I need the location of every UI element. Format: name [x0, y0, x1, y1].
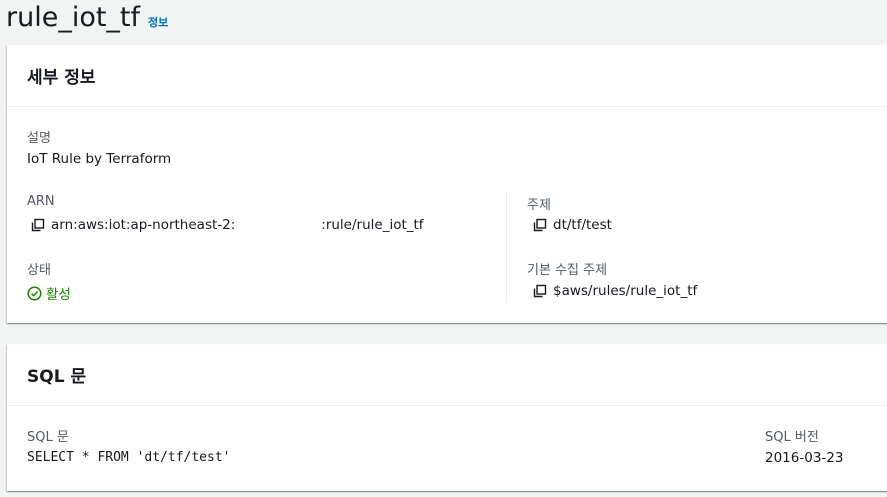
description-label: 설명	[27, 131, 51, 146]
column-divider	[506, 191, 507, 303]
topic-text: dt/tf/test	[553, 217, 612, 233]
copy-icon[interactable]	[533, 284, 547, 298]
topic-label: 주제	[527, 198, 551, 213]
base-topic-label: 기본 수집 주제	[527, 263, 608, 278]
status-positive-icon	[27, 285, 42, 301]
sql-statement-label: SQL 문	[27, 430, 69, 445]
details-panel-title: 세부 정보	[27, 68, 96, 88]
copy-icon[interactable]	[533, 218, 547, 232]
status-text: 활성	[46, 287, 71, 303]
arn-value: arn:aws:iot:ap-northeast-2: :rule/rule_io…	[31, 217, 424, 233]
arn-prefix: arn:aws:iot:ap-northeast-2:	[51, 217, 236, 233]
arn-suffix: :rule/rule_iot_tf	[321, 217, 424, 233]
copy-icon[interactable]	[31, 218, 45, 232]
status-value: 활성	[27, 283, 71, 303]
description-value: IoT Rule by Terraform	[27, 151, 172, 167]
sql-version-value: 2016-03-23	[765, 450, 844, 466]
sql-panel-header: SQL 문	[7, 344, 887, 406]
sql-panel: SQL 문 SQL 문 SELECT * FROM 'dt/tf/test' S…	[7, 344, 887, 491]
base-topic-value: $aws/rules/rule_iot_tf	[533, 283, 697, 299]
sql-statement-value: SELECT * FROM 'dt/tf/test'	[27, 450, 231, 465]
topic-value: dt/tf/test	[533, 217, 612, 233]
redacted-account-id	[235, 217, 322, 233]
details-panel: 세부 정보 설명 IoT Rule by Terraform ARN arn:a…	[7, 45, 887, 323]
sql-version-label: SQL 버전	[765, 430, 819, 445]
status-label: 상태	[27, 263, 51, 278]
base-topic-text: $aws/rules/rule_iot_tf	[553, 283, 698, 299]
arn-label: ARN	[27, 194, 55, 209]
details-panel-header: 세부 정보	[7, 45, 887, 107]
sql-panel-title: SQL 문	[27, 367, 87, 387]
page-header: rule_iot_tf 정보	[6, 2, 168, 33]
info-link[interactable]: 정보	[148, 14, 168, 30]
page-title: rule_iot_tf	[6, 2, 141, 33]
